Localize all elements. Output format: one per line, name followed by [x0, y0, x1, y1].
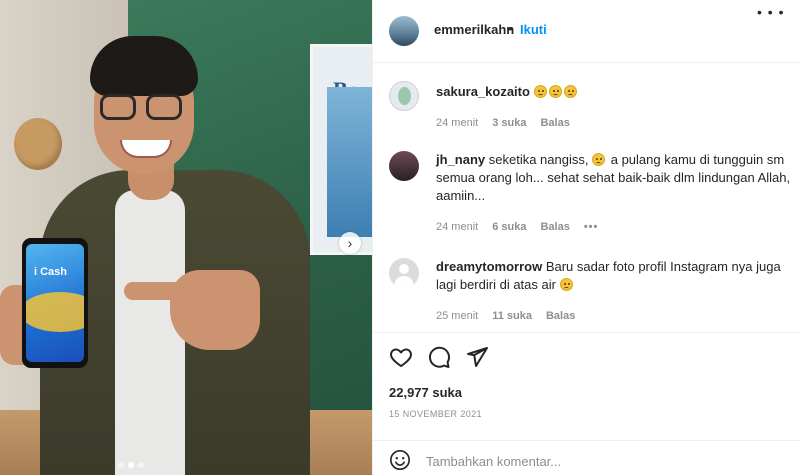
sad-emoji-icon — [533, 85, 547, 98]
comment-likes[interactable]: 6 suka — [492, 221, 526, 233]
comment-time[interactable]: 24 menit — [436, 117, 478, 129]
reply-button[interactable]: Balas — [540, 221, 569, 233]
emoji-picker-icon[interactable] — [389, 449, 411, 471]
comment-time[interactable]: 25 menit — [436, 310, 478, 322]
more-options-button[interactable]: • • • — [757, 4, 784, 20]
commenter-avatar[interactable] — [389, 258, 419, 288]
post-panel: emmerilkahn • Ikuti • • • sakura_kozaito… — [372, 0, 800, 475]
post-photo[interactable]: Ba i Cash › — [0, 0, 372, 475]
sad-emoji-icon — [563, 85, 577, 98]
separator-dot: • — [508, 21, 513, 36]
comment-meta: 24 menit 6 suka Balas ••• — [436, 221, 598, 233]
phone-screen: i Cash — [26, 244, 84, 362]
sad-emoji-icon — [592, 153, 606, 166]
person-shirt — [115, 190, 185, 475]
author-username[interactable]: emmerilkahn — [434, 22, 514, 37]
wall-poster: Ba — [310, 44, 372, 255]
carousel-next-button[interactable]: › — [339, 232, 361, 254]
comment-username[interactable]: jh_nany — [436, 152, 485, 167]
carousel-dot — [118, 462, 124, 468]
pointing-finger — [124, 282, 184, 300]
author-avatar[interactable] — [389, 16, 419, 46]
carousel-dot — [138, 462, 144, 468]
comment-options-button[interactable]: ••• — [584, 221, 599, 233]
comment-text: sakura_kozaito — [436, 83, 800, 101]
comment-text: dreamytomorrow Baru sadar foto profil In… — [436, 258, 800, 294]
comment-text: jh_nany seketika nangiss, a pulang kamu … — [436, 151, 800, 205]
comment-username[interactable]: dreamytomorrow — [436, 259, 542, 274]
smartphone: i Cash — [22, 238, 88, 368]
phone-app-name: i Cash — [34, 266, 68, 278]
comment-username[interactable]: sakura_kozaito — [436, 84, 530, 99]
carousel-dots — [118, 462, 144, 468]
sad-emoji-icon — [548, 85, 562, 98]
sad-emoji-icon — [559, 278, 573, 291]
heart-icon[interactable] — [389, 345, 413, 369]
likes-count[interactable]: 22,977 suka — [389, 385, 462, 400]
comment-meta: 25 menit 11 suka Balas — [436, 310, 575, 322]
reply-button[interactable]: Balas — [546, 310, 575, 322]
share-icon[interactable] — [465, 345, 489, 369]
reply-button[interactable]: Balas — [540, 117, 569, 129]
add-comment-bar: Tambahkan komentar... — [373, 440, 800, 476]
glasses — [100, 94, 188, 122]
comment-list: sakura_kozaito 24 menit 3 suka Balas jh_… — [373, 63, 800, 331]
comment-likes[interactable]: 3 suka — [492, 117, 526, 129]
comment-likes[interactable]: 11 suka — [492, 310, 532, 322]
comment-icon[interactable] — [427, 345, 451, 369]
comment-meta: 24 menit 3 suka Balas — [436, 117, 570, 129]
comment-body-part1: seketika nangiss, — [488, 152, 589, 167]
comment-time[interactable]: 24 menit — [436, 221, 478, 233]
carousel-dot-active — [128, 462, 134, 468]
person-hair — [90, 36, 198, 96]
post-date[interactable]: 15 NOVEMBER 2021 — [389, 409, 482, 419]
wall-clock — [14, 118, 62, 170]
follow-button[interactable]: Ikuti — [520, 22, 547, 37]
comment-input[interactable]: Tambahkan komentar... — [426, 454, 561, 469]
pointing-hand — [170, 270, 260, 350]
post-header: emmerilkahn • Ikuti • • • — [373, 0, 800, 63]
commenter-avatar[interactable] — [389, 151, 419, 181]
commenter-avatar[interactable] — [389, 81, 419, 111]
